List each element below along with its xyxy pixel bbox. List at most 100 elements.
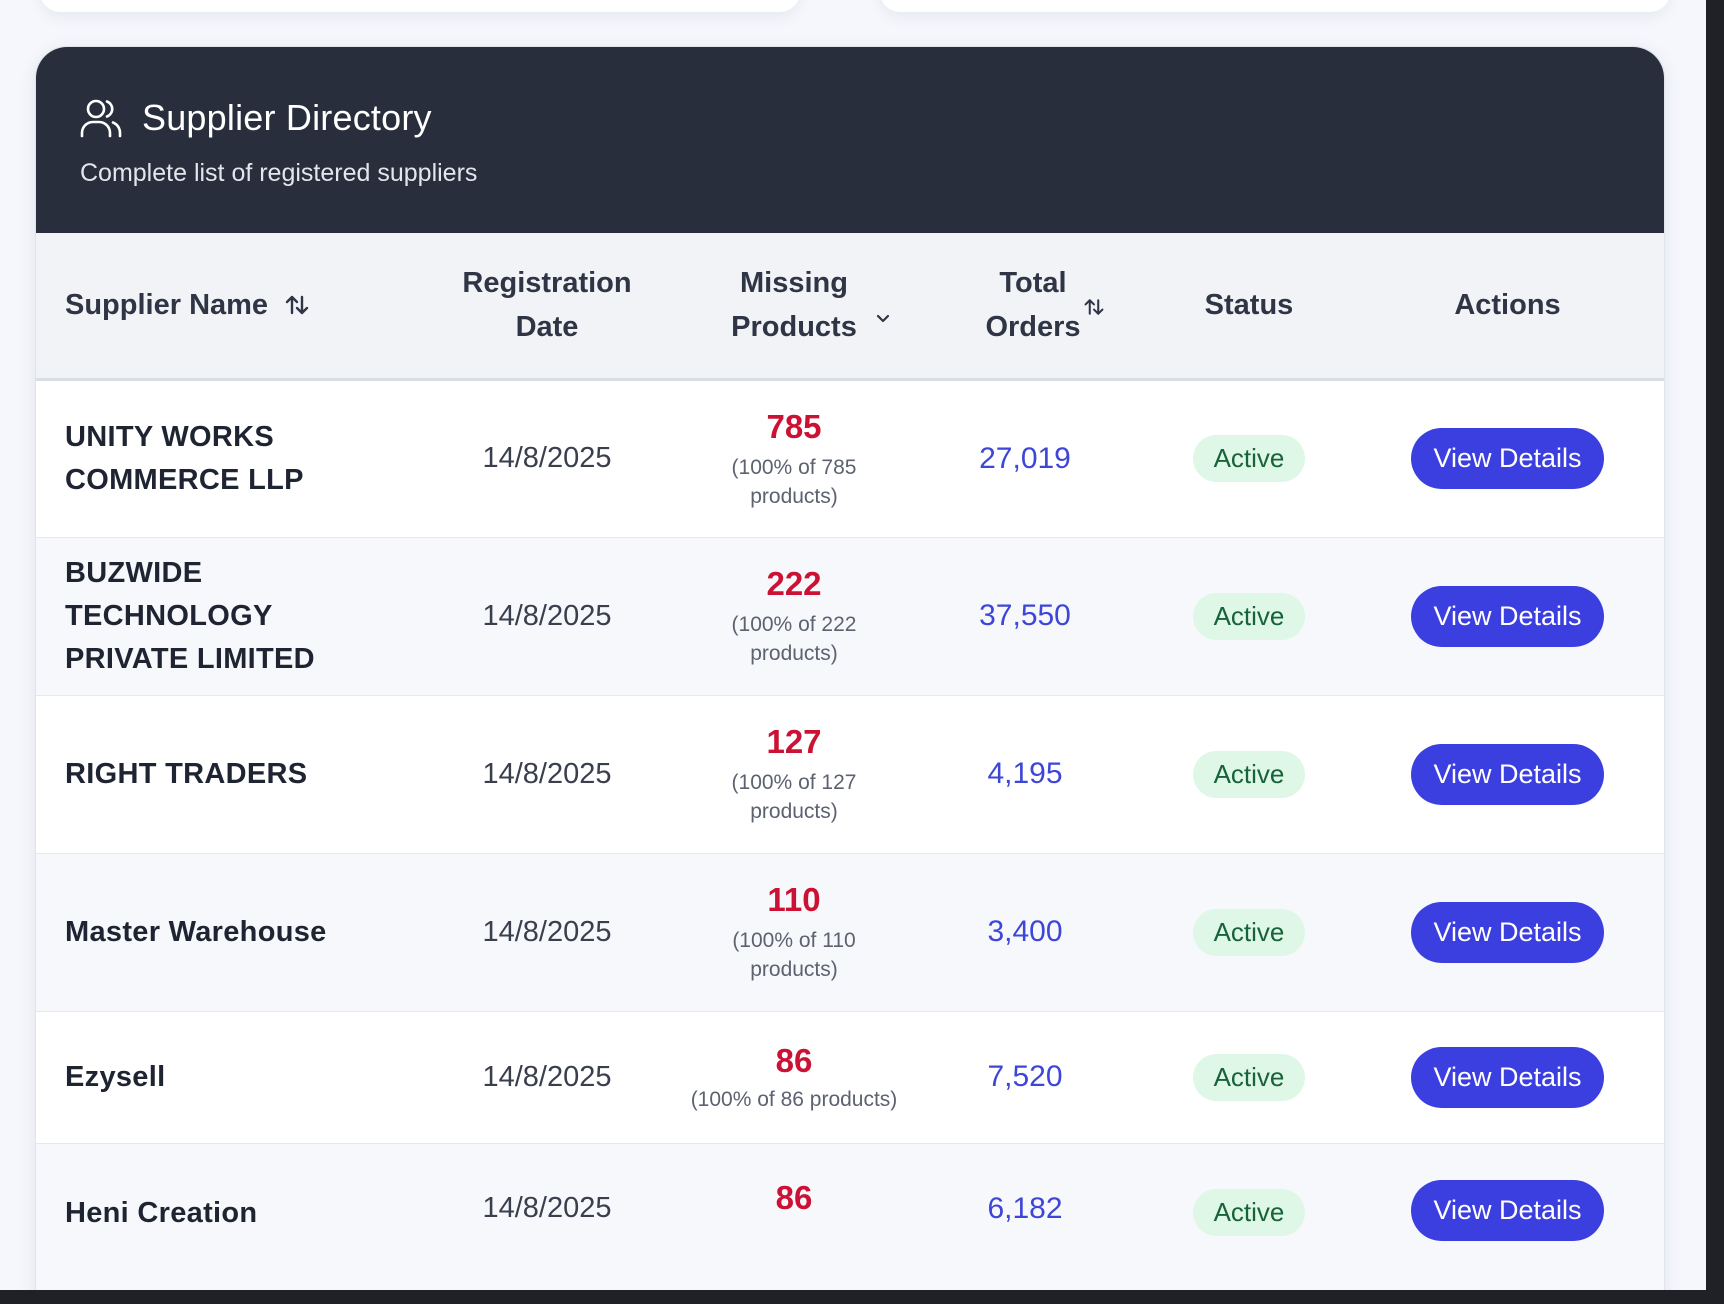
missing-count: 127 (766, 723, 822, 760)
supplier-name: Ezysell (65, 1060, 166, 1093)
missing-note-line: (100% of 110 (732, 929, 856, 952)
missing-note-line: products) (750, 642, 838, 665)
missing-count: 86 (775, 1041, 813, 1079)
status-badge: Active (1192, 1188, 1306, 1236)
column-header-label: Date (515, 311, 579, 344)
actions-cell: View Details (1349, 853, 1664, 1011)
summary-card (40, 0, 800, 12)
viewport: Supplier Directory Complete list of regi… (0, 0, 1706, 1290)
status-cell: Active (1149, 537, 1349, 695)
total-orders: 7,520 (987, 1060, 1063, 1093)
missing-percentage: (100% of 785 products) (671, 453, 917, 511)
column-header-label: Registration (462, 267, 632, 300)
column-header-status: Status (1149, 233, 1349, 381)
missing-note-line: products) (750, 484, 838, 508)
title-row: Supplier Directory (80, 95, 1664, 141)
status-badge: Active (1192, 435, 1306, 482)
supplier-name: RIGHT TRADERS (65, 757, 308, 790)
total-orders: 27,019 (979, 441, 1071, 475)
registration-date: 14/8/2025 (482, 442, 612, 474)
page-title: Supplier Directory (142, 97, 432, 138)
status-badge: Active (1192, 592, 1306, 640)
total-orders: 6,182 (987, 1191, 1063, 1225)
actions-cell: View Details (1349, 1011, 1664, 1143)
table-row: Master Warehouse 14/8/2025 110 (100% of … (36, 853, 1664, 1011)
column-header-total-orders[interactable]: Total Orders (917, 233, 1149, 381)
window-frame (0, 1290, 1724, 1304)
supplier-name: Master Warehouse (65, 915, 327, 948)
table-row: BUZWIDE TECHNOLOGY PRIVATE LIMITED 14/8/… (36, 537, 1664, 695)
missing-percentage: (100% of 222 products) (671, 610, 917, 668)
supplier-name: Heni Creation (65, 1196, 258, 1229)
missing-count: 86 (775, 1178, 813, 1216)
missing-products-cell: 86 (671, 1143, 917, 1290)
column-header-registration-date[interactable]: Registration Date (423, 233, 671, 381)
table-row: Ezysell 14/8/2025 86 (100% of 86 product… (36, 1011, 1664, 1143)
actions-cell: View Details (1349, 1143, 1664, 1290)
status-badge: Active (1192, 908, 1306, 956)
total-orders: 3,400 (987, 915, 1063, 948)
status-cell: Active (1149, 1143, 1349, 1290)
table-row: Heni Creation 14/8/2025 86 6,182 Active … (36, 1143, 1664, 1290)
column-header-label: Missing (740, 267, 848, 300)
missing-percentage: (100% of 110 products) (671, 926, 917, 984)
view-details-button[interactable]: View Details (1411, 1179, 1604, 1241)
registration-date: 14/8/2025 (482, 1060, 612, 1093)
chevron-down-icon[interactable] (875, 293, 891, 337)
column-header-label: Products (731, 311, 857, 344)
sort-icon[interactable] (1083, 287, 1105, 331)
missing-count: 110 (767, 881, 821, 918)
card-header: Supplier Directory Complete list of regi… (36, 47, 1664, 233)
summary-card (880, 0, 1670, 12)
supplier-directory-card: Supplier Directory Complete list of regi… (35, 46, 1665, 1290)
total-orders: 4,195 (987, 757, 1063, 790)
view-details-button[interactable]: View Details (1411, 428, 1604, 489)
column-header-label: Supplier Name (65, 289, 269, 322)
missing-note-line: products) (750, 958, 838, 981)
users-icon (80, 96, 124, 140)
status-cell: Active (1149, 695, 1349, 853)
window-frame (1706, 0, 1724, 1304)
table-header-row: Supplier Name Registration Date Missing … (36, 233, 1664, 381)
total-orders: 37,550 (979, 599, 1071, 632)
actions-cell: View Details (1349, 537, 1664, 695)
missing-note-line: (100% of 222 (731, 613, 857, 636)
registration-date: 14/8/2025 (482, 915, 612, 948)
status-badge: Active (1192, 1053, 1306, 1101)
missing-products-cell: 222 (100% of 222 products) (671, 537, 917, 695)
status-cell: Active (1149, 1011, 1349, 1143)
missing-products-cell: 785 (100% of 785 products) (671, 379, 917, 537)
view-details-button[interactable]: View Details (1411, 1046, 1604, 1108)
column-header-label: Total (999, 267, 1067, 300)
missing-count: 222 (766, 565, 822, 602)
missing-note-line: (100% of 127 (731, 771, 857, 794)
column-header-missing-products[interactable]: Missing Products (671, 233, 917, 381)
table-row: RIGHT TRADERS 14/8/2025 127 (100% of 127… (36, 695, 1664, 853)
missing-note-line: products) (750, 800, 838, 823)
view-details-button[interactable]: View Details (1411, 743, 1604, 805)
actions-cell: View Details (1349, 695, 1664, 853)
view-details-button[interactable]: View Details (1411, 901, 1604, 963)
supplier-name: BUZWIDE TECHNOLOGY PRIVATE LIMITED (65, 556, 315, 675)
missing-percentage: (100% of 86 products) (690, 1087, 898, 1111)
missing-percentage: (100% of 127 products) (671, 768, 917, 826)
missing-products-cell: 127 (100% of 127 products) (671, 695, 917, 853)
registration-date: 14/8/2025 (482, 1191, 612, 1224)
actions-cell: View Details (1349, 379, 1664, 537)
column-header-supplier-name[interactable]: Supplier Name (36, 233, 423, 381)
view-details-button[interactable]: View Details (1411, 585, 1604, 647)
status-cell: Active (1149, 379, 1349, 537)
column-header-label: Orders (985, 311, 1081, 344)
missing-note-line: (100% of 785 (731, 455, 857, 479)
page-subtitle: Complete list of registered suppliers (80, 159, 478, 187)
status-cell: Active (1149, 853, 1349, 1011)
sort-icon[interactable] (284, 292, 310, 318)
missing-products-cell: 86 (100% of 86 products) (671, 1011, 917, 1143)
missing-count: 785 (766, 407, 822, 445)
missing-products-cell: 110 (100% of 110 products) (671, 853, 917, 1011)
registration-date: 14/8/2025 (482, 757, 612, 790)
supplier-table: Supplier Name Registration Date Missing … (36, 233, 1664, 1290)
registration-date: 14/8/2025 (482, 599, 612, 632)
table-row: UNITY WORKS COMMERCE LLP 14/8/2025 785 (… (36, 379, 1664, 537)
status-badge: Active (1192, 750, 1306, 798)
